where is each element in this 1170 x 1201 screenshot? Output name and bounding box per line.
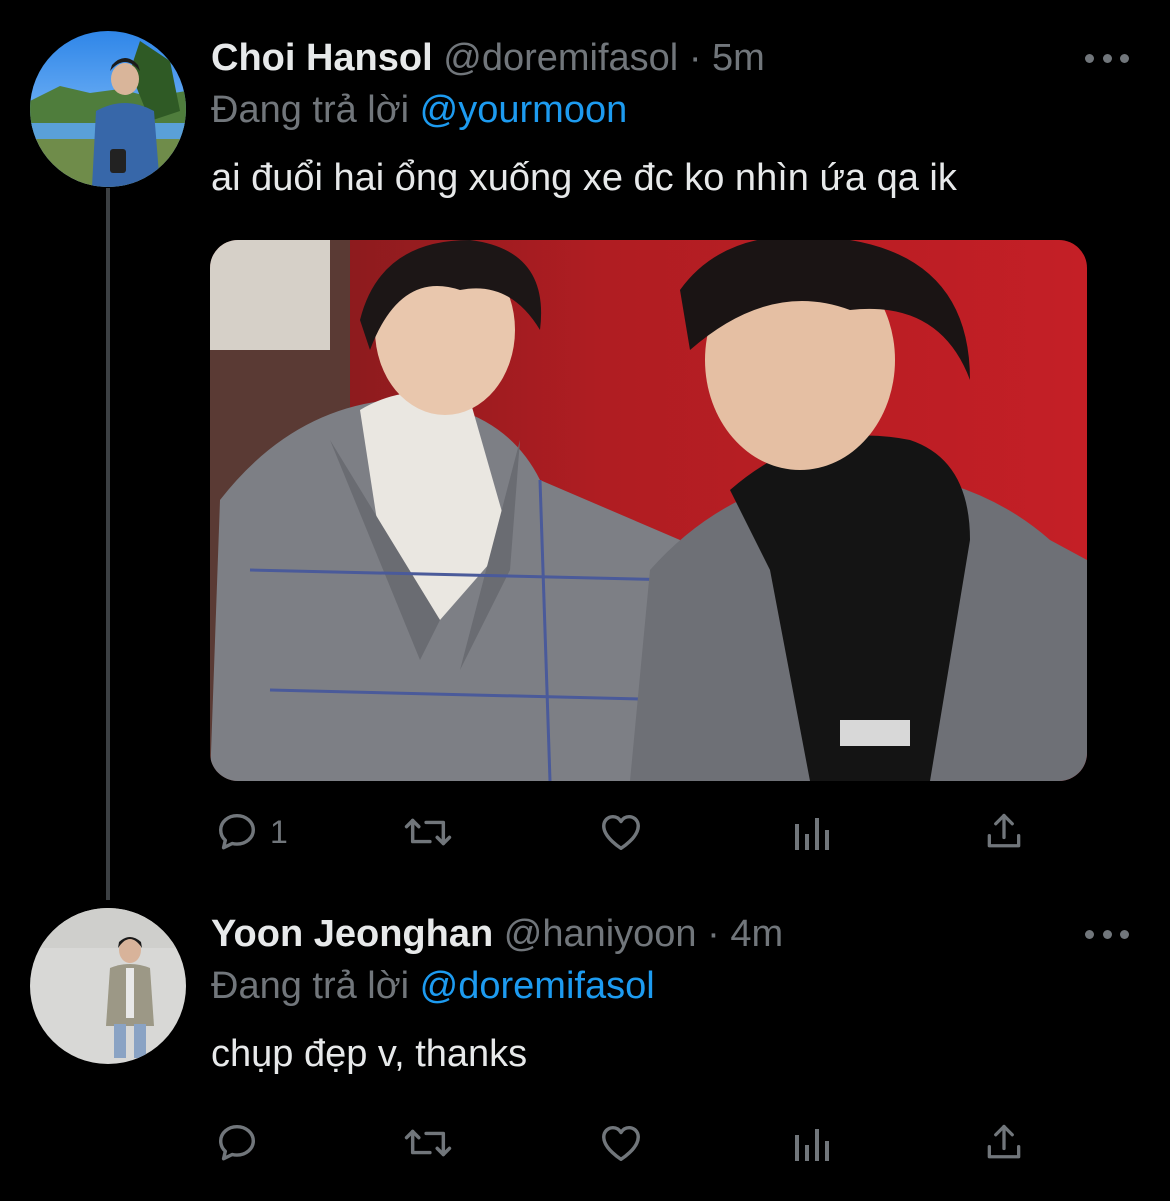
replying-to-line: Đang trả lời @doremifasol (211, 963, 655, 1009)
reply-count: 1 (270, 813, 288, 850)
replying-to-mention[interactable]: @yourmoon (420, 89, 628, 131)
replying-to-label: Đang trả lời (211, 965, 410, 1007)
avatar-yoon-jeonghan[interactable] (30, 908, 186, 1064)
tweet-actions (0, 1113, 1170, 1173)
user-handle[interactable]: @doremifasol (443, 37, 678, 79)
tweet-text: ai đuổi hai ổng xuống xe đc ko nhìn ứa q… (211, 157, 957, 199)
retweet-button[interactable] (402, 1113, 454, 1173)
avatar-choi-hansol[interactable] (30, 31, 186, 187)
tweet-photo[interactable] (210, 240, 1087, 781)
like-button[interactable] (597, 1113, 645, 1173)
like-button[interactable] (597, 802, 645, 862)
more-icon[interactable] (1085, 924, 1129, 944)
tweet-header: Yoon Jeonghan @haniyoon · 4m (211, 911, 783, 957)
retweet-button[interactable] (402, 802, 454, 862)
share-button[interactable] (982, 802, 1026, 862)
retweet-icon (404, 1129, 452, 1157)
share-icon (987, 813, 1021, 848)
like-icon (602, 814, 640, 851)
reply-button[interactable] (214, 1113, 270, 1173)
share-button[interactable] (982, 1113, 1026, 1173)
stats-icon (795, 1129, 829, 1161)
user-handle[interactable]: @haniyoon (504, 913, 697, 955)
more-icon[interactable] (1085, 48, 1129, 68)
replying-to-mention[interactable]: @doremifasol (420, 965, 655, 1007)
reply-button[interactable]: 1 (214, 802, 288, 862)
replying-to-line: Đang trả lời @yourmoon (211, 87, 627, 133)
stats-button[interactable] (793, 1113, 833, 1173)
tweet-header: Choi Hansol @doremifasol · 5m (211, 35, 765, 81)
replying-to-label: Đang trả lời (211, 89, 410, 131)
thread-connector-line (106, 188, 110, 900)
tweet-1[interactable]: Choi Hansol @doremifasol · 5m Đang trả l… (0, 0, 1170, 900)
separator-dot: · (688, 37, 702, 79)
share-icon (987, 1124, 1021, 1159)
retweet-icon (404, 818, 452, 846)
separator-dot: · (707, 913, 720, 955)
reply-icon (218, 1124, 256, 1161)
stats-button[interactable] (793, 802, 833, 862)
reply-icon (218, 813, 256, 850)
timestamp[interactable]: 5m (712, 37, 765, 79)
timestamp[interactable]: 4m (730, 913, 783, 955)
like-icon (602, 1125, 640, 1162)
stats-icon (795, 818, 829, 850)
display-name[interactable]: Choi Hansol (211, 37, 433, 79)
tweet-text: chụp đẹp v, thanks (211, 1033, 528, 1075)
display-name[interactable]: Yoon Jeonghan (211, 913, 493, 955)
tweet-2[interactable]: Yoon Jeonghan @haniyoon · 4m Đang trả lờ… (0, 900, 1170, 1201)
tweet-actions: 1 (0, 802, 1170, 862)
